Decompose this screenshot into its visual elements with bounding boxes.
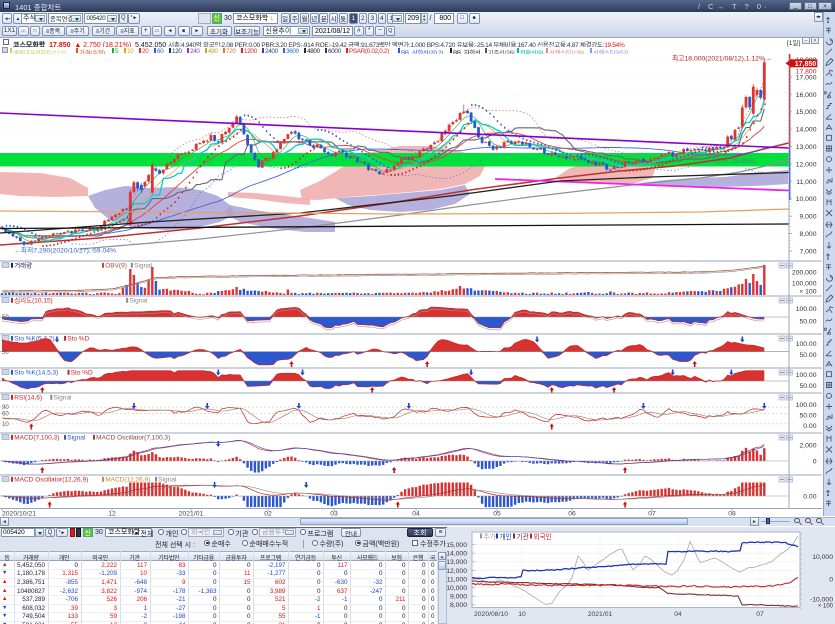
svg-text:Sto %D: Sto %D: [71, 370, 93, 377]
svg-text:Signal: Signal: [53, 395, 72, 402]
svg-text:8,000: 8,000: [450, 602, 467, 609]
svg-text:10,000: 10,000: [447, 585, 467, 592]
svg-text:100.00: 100.00: [796, 306, 817, 313]
svg-text:0.00: 0.00: [803, 423, 816, 430]
svg-text:13,000: 13,000: [796, 144, 817, 151]
svg-text:07: 07: [648, 511, 656, 517]
svg-text:Sto %K(14,5,3): Sto %K(14,5,3): [14, 370, 58, 377]
svg-text:100,000: 100,000: [792, 281, 817, 288]
svg-text:OBV(9): OBV(9): [105, 263, 127, 270]
svg-text:11,000: 11,000: [447, 576, 467, 583]
svg-text:Signal: Signal: [158, 477, 177, 484]
svg-text:03: 03: [330, 511, 338, 517]
svg-text:15,000: 15,000: [447, 542, 467, 549]
svg-text:10,000: 10,000: [812, 554, 833, 561]
svg-text:14,000: 14,000: [447, 551, 467, 558]
svg-text:Signal: Signal: [129, 298, 148, 305]
svg-text:15,000: 15,000: [796, 109, 817, 116]
svg-text:MACD Oscillator(7,100,3): MACD Oscillator(7,100,3): [96, 435, 170, 442]
svg-text:주가: 주가: [484, 532, 496, 541]
svg-text:02: 02: [264, 511, 272, 517]
svg-text:50: 50: [2, 315, 9, 321]
svg-text:외국인: 외국인: [534, 532, 552, 541]
svg-text:8,000: 8,000: [799, 231, 816, 238]
svg-text:× 100: × 100: [818, 603, 834, 609]
svg-text:17,800: 17,800: [796, 69, 817, 76]
svg-text:06: 06: [568, 511, 576, 517]
svg-text:Signal: Signal: [134, 263, 153, 270]
svg-text:0.00: 0.00: [803, 494, 816, 501]
svg-text:9,000: 9,000: [799, 214, 816, 221]
svg-text:12,000: 12,000: [447, 568, 467, 575]
svg-text:Sto %D: Sto %D: [67, 336, 89, 343]
svg-text:MACD(12,26,9): MACD(12,26,9): [105, 477, 150, 484]
svg-text:11,000: 11,000: [796, 179, 817, 186]
svg-text:50.00: 50.00: [799, 319, 816, 326]
svg-text:14,000: 14,000: [796, 127, 817, 134]
svg-text:거래량: 거래량: [14, 261, 32, 270]
svg-text:최고18,000(2021/08/12),1.12%→: 최고18,000(2021/08/12),1.12%→: [672, 54, 772, 63]
svg-text:←최저7,290(2020/10/27),-59.04%: ←최저7,290(2020/10/27),-59.04%: [14, 246, 116, 255]
svg-text:100.00: 100.00: [796, 341, 817, 348]
svg-text:MACD Oscillator(12,26,9): MACD Oscillator(12,26,9): [14, 477, 88, 484]
svg-text:× 100: × 100: [799, 289, 816, 296]
svg-text:12,000: 12,000: [796, 161, 817, 168]
svg-text:50: 50: [2, 350, 9, 356]
svg-text:08: 08: [728, 511, 736, 517]
svg-text:60: 60: [2, 411, 9, 417]
svg-text:2021/01: 2021/01: [588, 611, 613, 618]
svg-text:100.00: 100.00: [796, 402, 817, 409]
svg-text:50.00: 50.00: [799, 352, 816, 359]
svg-text:04: 04: [674, 611, 682, 618]
svg-text:2,000: 2,000: [799, 443, 816, 450]
svg-text:04: 04: [412, 511, 420, 517]
svg-text:0: 0: [813, 459, 817, 466]
svg-text:9,000: 9,000: [450, 594, 467, 601]
svg-text:05: 05: [493, 511, 501, 517]
svg-text:0: 0: [829, 577, 833, 584]
svg-text:12: 12: [108, 511, 116, 517]
svg-text:90: 90: [2, 405, 9, 411]
svg-text:17,850: 17,850: [795, 61, 817, 68]
svg-text:-10,000: -10,000: [810, 596, 833, 603]
svg-text:13,000: 13,000: [447, 559, 467, 566]
svg-text:100.00: 100.00: [796, 372, 817, 379]
svg-text:7,000: 7,000: [799, 248, 816, 255]
svg-text:10: 10: [518, 611, 526, 618]
svg-text:MACD(7,100,3): MACD(7,100,3): [14, 435, 59, 442]
svg-text:2021/01: 2021/01: [179, 511, 204, 517]
svg-text:50.00: 50.00: [799, 383, 816, 390]
svg-text:50.00: 50.00: [799, 413, 816, 420]
svg-text:16,000: 16,000: [796, 92, 817, 99]
svg-text:10: 10: [2, 422, 9, 428]
svg-text:2020/10/21: 2020/10/21: [2, 511, 36, 517]
svg-text:RSI(14,6): RSI(14,6): [14, 395, 42, 402]
svg-text:개인: 개인: [500, 532, 512, 541]
svg-text:200,000: 200,000: [792, 270, 817, 277]
svg-text:07: 07: [756, 611, 764, 618]
svg-text:심리도(10,15): 심리도(10,15): [14, 296, 53, 305]
svg-text:10,000: 10,000: [796, 196, 817, 203]
svg-text:기관: 기관: [517, 532, 529, 541]
svg-text:2020/08/10: 2020/08/10: [474, 611, 508, 618]
svg-text:Signal: Signal: [67, 435, 86, 442]
